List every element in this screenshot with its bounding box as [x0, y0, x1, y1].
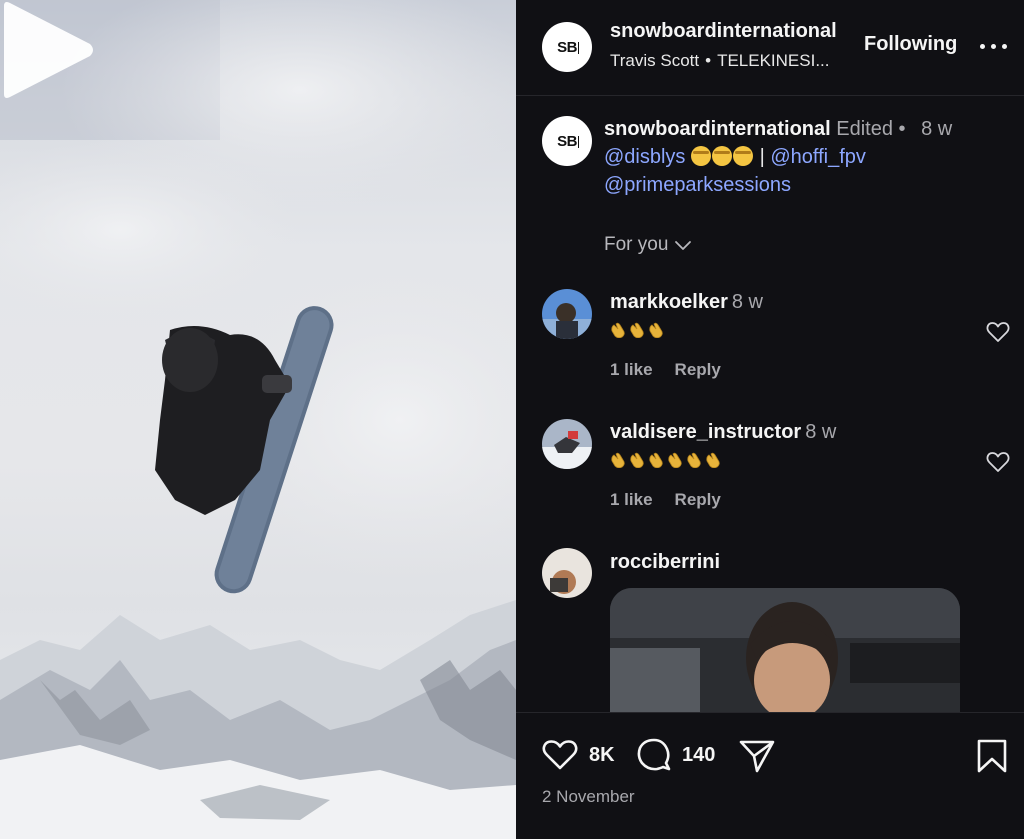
comment-actions: 1 like Reply: [610, 490, 743, 510]
clapping-hands-icon: [668, 452, 682, 468]
audio-separator: •: [705, 51, 712, 70]
comment-text: [610, 322, 666, 338]
comment-text: [610, 452, 723, 468]
comment-header: rocciberrini: [610, 551, 720, 574]
more-horizontal-icon[interactable]: [978, 32, 1010, 60]
comment-sort-dropdown[interactable]: For you: [604, 234, 692, 256]
caption-avatar[interactable]: SB: [542, 116, 592, 166]
clapping-hands-icon: [630, 322, 644, 338]
clapping-hands-icon: [630, 452, 644, 468]
audio-track: TELEKINESI...: [717, 51, 830, 70]
caption-header: snowboardinternational Edited • 8 w: [604, 118, 952, 141]
clapping-hands-icon: [649, 452, 663, 468]
clapping-hands-icon: [706, 452, 720, 468]
avatar[interactable]: [542, 419, 592, 469]
avatar[interactable]: SB: [542, 22, 592, 72]
heart-icon[interactable]: [986, 321, 1010, 343]
caption-text-continued: @primeparksessions: [604, 174, 791, 197]
post-details-panel: SB snowboardinternational Travis Scott • T…: [516, 0, 1024, 839]
clapping-hands-icon: [611, 322, 625, 338]
avatar-image: [542, 419, 592, 469]
caption-avatar-text: SB: [557, 132, 579, 150]
post-actions-bar: 8K 140 2 November: [516, 712, 1024, 839]
avatar-image: [542, 548, 592, 598]
caption-username[interactable]: snowboardinternational: [604, 118, 831, 140]
comment-username[interactable]: valdisere_instructor: [610, 421, 801, 443]
mention-link[interactable]: @primeparksessions: [604, 174, 791, 196]
audio-artist: Travis Scott: [610, 51, 700, 70]
video-frame: [0, 0, 516, 839]
avatar[interactable]: [542, 289, 592, 339]
mention-link[interactable]: @hoffi_fpv: [770, 146, 866, 168]
audio-attribution[interactable]: Travis Scott • TELEKINESI...: [610, 51, 830, 71]
comment-likes[interactable]: 1 like: [610, 490, 653, 509]
comment-count[interactable]: 140: [682, 744, 715, 767]
heart-icon[interactable]: [986, 451, 1010, 473]
caption-text: @disblys | @hoffi_fpv: [604, 146, 866, 169]
heart-icon[interactable]: [542, 739, 578, 771]
sort-label: For you: [604, 234, 669, 255]
emoji-group: [691, 146, 760, 168]
post-date: 2 November: [542, 787, 635, 806]
clapping-hands-icon: [687, 452, 701, 468]
emoji-icon: [691, 146, 711, 166]
emoji-icon: [712, 146, 732, 166]
following-button[interactable]: Following: [864, 33, 957, 56]
caption-divider: |: [759, 146, 765, 168]
bookmark-icon[interactable]: [976, 738, 1008, 774]
author-username[interactable]: snowboardinternational: [610, 20, 837, 43]
comment-username[interactable]: rocciberrini: [610, 551, 720, 573]
comment-time: 8 w: [731, 291, 763, 313]
play-icon[interactable]: [0, 0, 96, 100]
comment-gif[interactable]: [610, 588, 960, 714]
clapping-hands-icon: [611, 452, 625, 468]
chevron-down-icon: [675, 241, 692, 250]
mention-link[interactable]: @disblys: [604, 146, 685, 168]
caption-age: 8 w: [921, 118, 953, 140]
comment-header: valdisere_instructor 8 w: [610, 421, 836, 444]
comment-header: markkoelker 8 w: [610, 291, 763, 314]
clapping-hands-icon: [649, 322, 663, 338]
comment-time: 8 w: [805, 421, 837, 443]
avatar[interactable]: [542, 548, 592, 598]
like-count[interactable]: 8K: [589, 744, 615, 767]
comment-likes[interactable]: 1 like: [610, 360, 653, 379]
caption-separator: •: [898, 118, 906, 140]
comment-icon[interactable]: [636, 737, 672, 773]
post-header: SB snowboardinternational Travis Scott • T…: [516, 0, 1024, 96]
reply-button[interactable]: Reply: [675, 360, 721, 379]
comment-username[interactable]: markkoelker: [610, 291, 728, 313]
gif-image: [610, 588, 960, 714]
edited-label: Edited: [836, 118, 893, 140]
avatar-image: [542, 289, 592, 339]
avatar-text: SB: [557, 38, 579, 56]
reply-button[interactable]: Reply: [675, 490, 721, 509]
send-icon[interactable]: [738, 738, 776, 774]
video-player[interactable]: [0, 0, 516, 839]
comment-actions: 1 like Reply: [610, 360, 743, 380]
emoji-icon: [733, 146, 753, 166]
